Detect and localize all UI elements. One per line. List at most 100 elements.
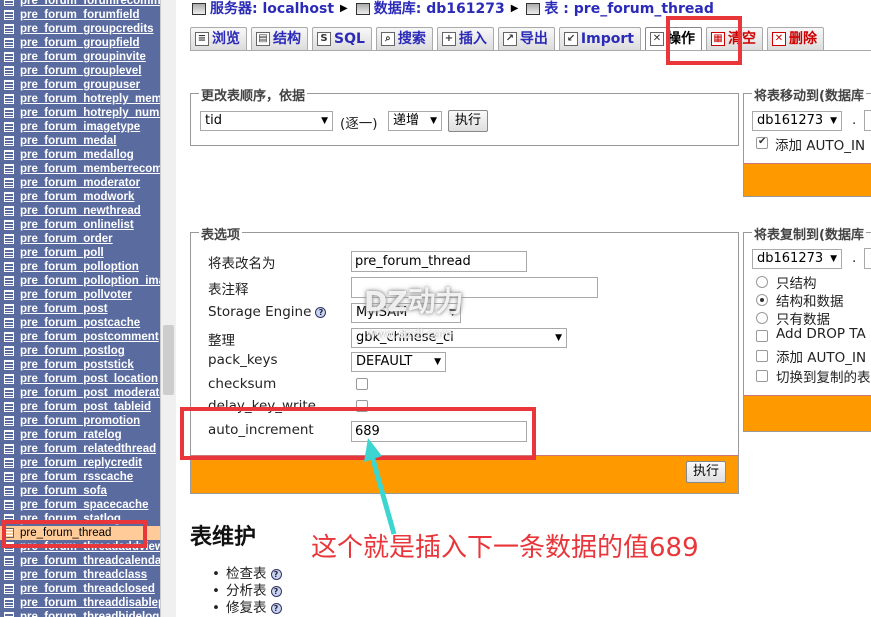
sidebar-table-item[interactable]: pre_forum_forumrecommend (0, 0, 160, 8)
sidebar-table-item[interactable]: pre_forum_medallog (0, 148, 160, 162)
tab-drop[interactable]: ✕ 删除 (766, 27, 824, 50)
sidebar-table-name[interactable]: pre_forum_threadcalendar (20, 554, 160, 568)
sidebar-table-item[interactable]: pre_forum_replycredit (0, 456, 160, 470)
sidebar-table-name[interactable]: pre_forum_postlog (20, 344, 125, 358)
order-go-button[interactable]: 执行 (448, 110, 489, 132)
sidebar-table-name[interactable]: pre_forum_ratelog (20, 428, 122, 442)
sidebar-table-item[interactable]: pre_forum_post_tableid (0, 400, 160, 414)
sidebar-table-item[interactable]: pre_forum_threadcalendar (0, 554, 160, 568)
table-icon[interactable] (4, 388, 14, 398)
table-icon[interactable] (4, 122, 14, 132)
tab-search[interactable]: ⌕ 搜索 (375, 27, 433, 50)
sidebar-table-name[interactable]: pre_forum_promotion (20, 414, 140, 428)
breadcrumb-server[interactable]: 服务器: localhost (210, 0, 334, 18)
sidebar-table-item[interactable]: pre_forum_groupuser (0, 78, 160, 92)
sidebar-table-name[interactable]: pre_forum_spacecache (20, 498, 148, 512)
copy-structure-data-radio[interactable] (756, 294, 768, 306)
sidebar-table-name[interactable]: pre_forum_threadhidelog (20, 610, 159, 617)
table-icon[interactable] (4, 500, 14, 510)
table-icon[interactable] (4, 612, 14, 617)
sidebar-table-name[interactable]: pre_forum_hotreply_member (20, 92, 160, 106)
sidebar-table-name[interactable]: pre_forum_hotreply_number (20, 106, 160, 120)
sidebar-table-item[interactable]: pre_forum_threadclass (0, 568, 160, 582)
sidebar-table-item[interactable]: pre_forum_rsscache (0, 470, 160, 484)
table-icon[interactable] (4, 262, 14, 272)
sidebar-table-item[interactable]: pre_forum_post_moderate (0, 386, 160, 400)
sidebar-table-name[interactable]: pre_forum_pollvoter (20, 288, 132, 302)
sidebar-table-name[interactable]: pre_forum_post_moderate (20, 386, 160, 400)
table-icon[interactable] (4, 276, 14, 286)
sidebar-table-item[interactable]: pre_forum_hotreply_member (0, 92, 160, 106)
sidebar-table-item[interactable]: pre_forum_polloption_image (0, 274, 160, 288)
sidebar-table-name[interactable]: pre_forum_postcache (20, 316, 140, 330)
maintenance-repair-link[interactable]: 修复表 (226, 600, 267, 616)
table-icon[interactable] (4, 80, 14, 90)
sidebar-table-item[interactable]: pre_forum_onlinelist (0, 218, 160, 232)
sidebar-table-item[interactable]: pre_forum_modwork (0, 190, 160, 204)
copy-db-select[interactable]: db161273 (752, 249, 842, 269)
table-icon[interactable] (4, 304, 14, 314)
sidebar-table-item[interactable]: pre_forum_threadclosed (0, 582, 160, 596)
maintenance-check-link[interactable]: 检查表 (226, 566, 267, 582)
maintenance-item[interactable]: 检查表? (212, 566, 282, 583)
sidebar-table-name[interactable]: pre_forum_medallog (20, 148, 134, 162)
maintenance-analyze-link[interactable]: 分析表 (226, 583, 267, 599)
rename-input[interactable]: pre_forum_thread (351, 251, 527, 272)
copy-add-drop-checkbox[interactable] (756, 330, 768, 342)
table-icon[interactable] (4, 108, 14, 118)
copy-data-radio[interactable] (756, 312, 768, 324)
sidebar-table-item[interactable]: pre_forum_ratelog (0, 428, 160, 442)
sidebar-table-name[interactable]: pre_forum_groupuser (20, 78, 140, 92)
move-db-select[interactable]: db161273 (752, 111, 842, 131)
sidebar-table-item[interactable]: pre_forum_medal (0, 134, 160, 148)
sidebar-table-item[interactable]: pre_forum_threaddisablepos (0, 596, 160, 610)
breadcrumb-database[interactable]: 数据库: db161273 (374, 0, 505, 18)
sidebar-table-item[interactable]: pre_forum_groupfield (0, 36, 160, 50)
table-icon[interactable] (4, 402, 14, 412)
sidebar-table-name[interactable]: pre_forum_medal (20, 134, 117, 148)
sidebar-table-item[interactable]: pre_forum_post_location (0, 372, 160, 386)
sidebar-table-item[interactable]: pre_forum_threadhidelog (0, 610, 160, 617)
sidebar-table-item[interactable]: pre_forum_spacecache (0, 498, 160, 512)
move-add-auto-checkbox[interactable] (756, 136, 768, 149)
table-icon[interactable] (4, 192, 14, 202)
sidebar-table-item[interactable]: pre_forum_postlog (0, 344, 160, 358)
sidebar-table-item[interactable]: pre_forum_post (0, 302, 160, 316)
sidebar-table-name[interactable]: pre_forum_polloption_image (20, 274, 160, 288)
table-icon[interactable] (4, 0, 14, 6)
copy-table-input[interactable] (864, 248, 871, 269)
help-icon[interactable]: ? (270, 568, 282, 580)
sidebar-table-item[interactable]: pre_forum_postcomment (0, 330, 160, 344)
table-icon[interactable] (4, 346, 14, 356)
sidebar-table-name[interactable]: pre_forum_poll (20, 246, 104, 260)
table-icon[interactable] (4, 444, 14, 454)
sidebar-table-item[interactable]: pre_forum_grouplevel (0, 64, 160, 78)
sidebar-table-item[interactable]: pre_forum_moderator (0, 176, 160, 190)
move-table-input[interactable] (864, 110, 871, 131)
sidebar-table-item[interactable]: pre_forum_groupcredits (0, 22, 160, 36)
table-icon[interactable] (4, 220, 14, 230)
options-go-button[interactable]: 执行 (686, 461, 727, 483)
copy-switch-checkbox[interactable] (756, 370, 768, 382)
copy-structure-radio[interactable] (756, 276, 768, 288)
sidebar-table-item[interactable]: pre_forum_imagetype (0, 120, 160, 134)
tab-browse[interactable]: ≡ 浏览 (190, 27, 247, 50)
pack-keys-select[interactable]: DEFAULT (351, 352, 446, 372)
sidebar-table-name[interactable]: pre_forum_replycredit (20, 456, 142, 470)
sidebar-table-name[interactable]: pre_forum_grouplevel (20, 64, 141, 78)
sidebar-table-name[interactable]: pre_forum_forumfield (20, 8, 140, 22)
sidebar-table-name[interactable]: pre_forum_groupfield (20, 36, 139, 50)
sidebar-table-name[interactable]: pre_forum_threaddisablepos (20, 596, 160, 610)
sidebar-table-item[interactable]: pre_forum_memberrecommend (0, 162, 160, 176)
order-direction-select[interactable]: 递增 (388, 111, 442, 131)
table-icon[interactable] (4, 136, 14, 146)
sidebar-table-item[interactable]: pre_forum_poll (0, 246, 160, 260)
sidebar-table-name[interactable]: pre_forum_post_tableid (20, 400, 151, 414)
sidebar-scrollbar[interactable] (160, 0, 176, 617)
sidebar-table-item[interactable]: pre_forum_order (0, 232, 160, 246)
sidebar-table-name[interactable]: pre_forum_threadclosed (20, 582, 155, 596)
sidebar-scrollbar-thumb[interactable] (163, 325, 174, 395)
order-column-select[interactable]: tid (200, 111, 333, 131)
table-icon[interactable] (4, 458, 14, 468)
table-icon[interactable] (4, 430, 14, 440)
